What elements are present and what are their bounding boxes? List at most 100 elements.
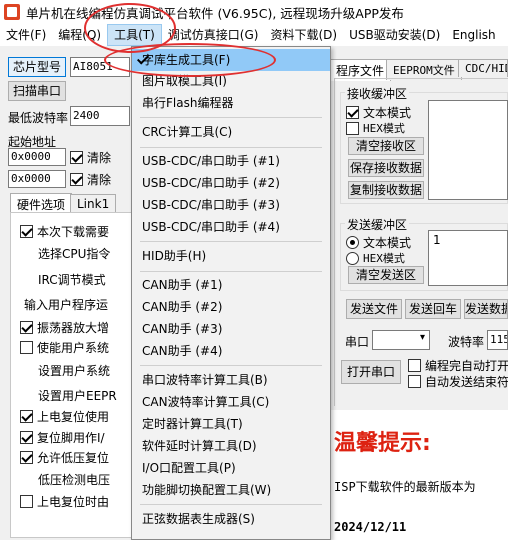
send-hex-mode-label: HEX模式	[363, 252, 405, 265]
start-address-input-1[interactable]: 0x0000	[8, 148, 66, 166]
option-label-2: 选择CPU指令	[38, 247, 111, 261]
chip-model-select[interactable]: AI8051	[70, 57, 130, 77]
menu-item-can-1[interactable]: CAN助手 (#1)	[132, 274, 330, 296]
menu-tools[interactable]: 工具(T)	[107, 24, 162, 46]
option-label-12: 低压检测电压	[38, 473, 111, 487]
menu-separator	[140, 241, 322, 242]
save-receive-button[interactable]: 保存接收数据	[348, 159, 424, 177]
menu-item-usb-cdc-2[interactable]: USB-CDC/串口助手 (#2)	[132, 172, 330, 194]
option-label-5: 振荡器放大增	[37, 321, 110, 335]
notice-title: 温馨提示:	[334, 431, 431, 456]
menu-download[interactable]: 资料下载(D)	[264, 24, 343, 46]
notice-date: 2024/12/11	[334, 520, 407, 534]
option-checkbox-10[interactable]	[20, 431, 33, 444]
menu-item-crc-tool[interactable]: CRC计算工具(C)	[132, 121, 330, 143]
menu-item-delay-calc[interactable]: 软件延时计算工具(D)	[132, 435, 330, 457]
menu-item-can-baud-calc[interactable]: CAN波特率计算工具(C)	[132, 391, 330, 413]
receive-text-mode-label: 文本模式	[363, 106, 412, 120]
receive-hex-mode-label: HEX模式	[363, 122, 405, 135]
menu-item-serial-flash-programmer[interactable]: 串行Flash编程器	[132, 92, 330, 114]
menu-item-usb-cdc-1[interactable]: USB-CDC/串口助手 (#1)	[132, 150, 330, 172]
clear-checkbox-2[interactable]	[70, 173, 83, 186]
menu-item-font-generator[interactable]: 字库生成工具(F)	[132, 49, 330, 71]
tab-link1[interactable]: Link1	[70, 194, 117, 213]
baud-rate-label: 波特率	[448, 335, 485, 349]
tools-dropdown-menu: 字库生成工具(F) 图片取模工具(I) 串行Flash编程器 CRC计算工具(C…	[131, 46, 331, 540]
min-baud-label: 最低波特率	[8, 111, 69, 125]
option-checkbox-13[interactable]	[20, 495, 33, 508]
menu-item-usb-cdc-3[interactable]: USB-CDC/串口助手 (#3)	[132, 194, 330, 216]
option-label-10: 复位脚用作I/	[37, 431, 105, 445]
window-title: 单片机在线编程仿真调试平台软件 (V6.95C), 远程现场升级APP发布	[26, 5, 404, 21]
send-text-mode-label: 文本模式	[363, 236, 412, 250]
menu-separator	[140, 365, 322, 366]
menu-item-pin-switch-config[interactable]: 功能脚切换配置工具(W)	[132, 479, 330, 501]
receive-textarea[interactable]	[428, 100, 508, 200]
copy-receive-button[interactable]: 复制接收数据	[348, 181, 424, 199]
chip-model-button[interactable]: 芯片型号	[8, 57, 66, 77]
clear-send-button[interactable]: 清空发送区	[348, 266, 424, 284]
menu-item-can-2[interactable]: CAN助手 (#2)	[132, 296, 330, 318]
menu-file[interactable]: 文件(F)	[0, 24, 52, 46]
clear-label-1: 清除	[87, 151, 112, 165]
menu-program[interactable]: 编程(Q)	[52, 24, 107, 46]
menu-item-io-config[interactable]: I/O口配置工具(P)	[132, 457, 330, 479]
receive-buffer-title: 接收缓冲区	[345, 85, 410, 102]
start-address-input-2[interactable]: 0x0000	[8, 170, 66, 188]
auto-send-end-checkbox[interactable]	[408, 375, 421, 388]
receive-text-mode-checkbox[interactable]	[346, 106, 359, 119]
menu-item-can-4[interactable]: CAN助手 (#4)	[132, 340, 330, 362]
menu-item-timer-calc[interactable]: 定时器计算工具(T)	[132, 413, 330, 435]
option-checkbox-6[interactable]	[20, 341, 33, 354]
send-textarea[interactable]: 1	[428, 230, 508, 286]
baud-rate-select[interactable]: 115	[487, 330, 508, 350]
title-bar: 单片机在线编程仿真调试平台软件 (V6.95C), 远程现场升级APP发布	[0, 0, 508, 24]
menu-separator	[140, 271, 322, 272]
menu-separator	[140, 504, 322, 505]
auto-send-end-label: 自动发送结束符	[425, 375, 508, 389]
option-label-3: IRC调节模式	[38, 273, 106, 287]
menu-usb-driver[interactable]: USB驱动安装(D)	[343, 24, 446, 46]
option-label-6: 使能用户系统	[37, 341, 110, 355]
open-port-button[interactable]: 打开串口	[341, 360, 401, 384]
scan-port-button[interactable]: 扫描串口	[8, 81, 66, 101]
clear-label-2: 清除	[87, 173, 112, 187]
option-checkbox-11[interactable]	[20, 451, 33, 464]
menu-separator	[140, 117, 322, 118]
receive-hex-mode-checkbox[interactable]	[346, 121, 359, 135]
app-icon	[4, 4, 20, 20]
auto-open-label: 编程完自动打开	[425, 359, 508, 373]
port-label: 串口	[345, 335, 370, 349]
port-select[interactable]: ▾	[372, 330, 430, 350]
notice-line: ISP下载软件的最新版本为	[334, 480, 476, 494]
send-file-button[interactable]: 发送文件	[346, 299, 402, 319]
send-hex-mode-radio[interactable]	[346, 251, 359, 265]
menu-item-usb-cdc-4[interactable]: USB-CDC/串口助手 (#4)	[132, 216, 330, 238]
send-return-button[interactable]: 发送回车	[405, 299, 461, 319]
tab-eeprom-file[interactable]: EEPROM文件	[386, 59, 462, 80]
chevron-down-icon: ▾	[419, 332, 425, 343]
option-checkbox-9[interactable]	[20, 410, 33, 423]
clear-checkbox-1[interactable]	[70, 151, 83, 164]
menu-item-sine-table-generator[interactable]: 正弦数据表生成器(S)	[132, 508, 330, 530]
menu-item-uart-baud-calc[interactable]: 串口波特率计算工具(B)	[132, 369, 330, 391]
send-data-button[interactable]: 发送数据	[464, 299, 508, 319]
send-text-mode-radio[interactable]	[346, 236, 359, 249]
option-checkbox-1[interactable]	[20, 225, 33, 238]
menu-debug[interactable]: 调试仿真接口(G)	[162, 24, 265, 46]
option-label-8: 设置用户EEPR	[38, 389, 117, 403]
menu-item-can-3[interactable]: CAN助手 (#3)	[132, 318, 330, 340]
option-label-13: 上电复位时由	[37, 495, 110, 509]
menu-english[interactable]: English	[446, 24, 501, 46]
menu-separator	[140, 147, 322, 148]
auto-open-checkbox[interactable]	[408, 359, 421, 372]
option-label-4: 输入用户程序运	[24, 298, 109, 312]
option-label-1: 本次下载需要	[37, 225, 110, 239]
option-label-11: 允许低压复位	[37, 451, 110, 465]
option-checkbox-5[interactable]	[20, 321, 33, 334]
menu-item-hid-helper[interactable]: HID助手(H)	[132, 245, 330, 267]
min-baud-select[interactable]: 2400	[70, 106, 130, 126]
tab-cdc-hid[interactable]: CDC/HID-	[458, 59, 508, 77]
menu-item-image-modeler[interactable]: 图片取模工具(I)	[132, 70, 330, 92]
clear-receive-button[interactable]: 清空接收区	[348, 137, 424, 155]
